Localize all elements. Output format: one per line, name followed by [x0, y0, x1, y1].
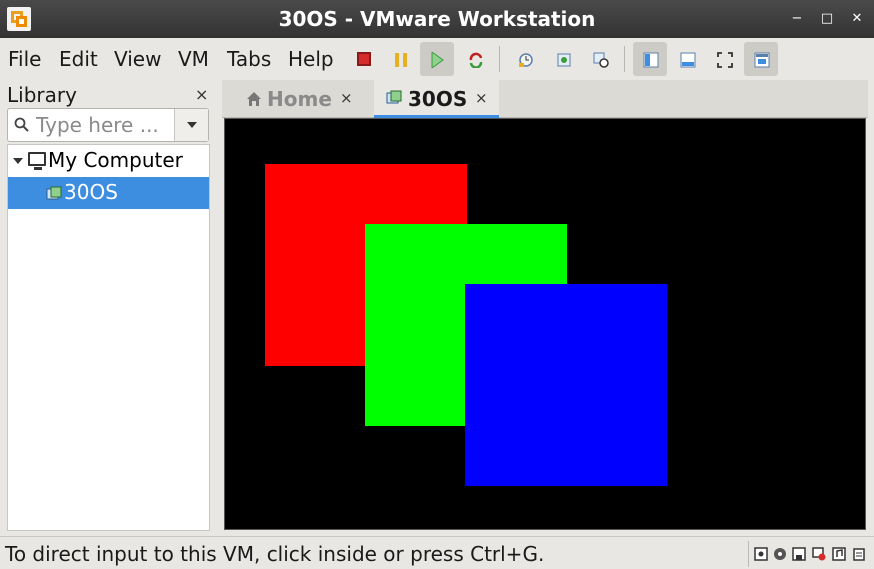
- vm-console[interactable]: [224, 118, 866, 530]
- library-tree: My Computer 30OS: [7, 144, 210, 531]
- revert-snapshot-button[interactable]: [546, 42, 580, 76]
- reset-icon: [468, 52, 483, 69]
- network-icon[interactable]: [812, 546, 826, 561]
- search-dropdown-button[interactable]: [174, 109, 208, 141]
- minimize-button[interactable]: −: [788, 10, 806, 28]
- sound-icon[interactable]: [832, 546, 846, 561]
- fullscreen-button[interactable]: [707, 42, 741, 76]
- title-bar[interactable]: 30OS - VMware Workstation − □ ✕: [0, 0, 874, 38]
- message-log-icon[interactable]: [852, 546, 866, 561]
- tree-item-my-computer[interactable]: My Computer: [8, 145, 209, 177]
- suspend-icon: [394, 52, 408, 67]
- tab-home-close-button[interactable]: ×: [340, 89, 353, 107]
- floppy-icon[interactable]: [792, 546, 806, 561]
- take-snapshot-button[interactable]: [508, 42, 542, 76]
- vmware-window: 30OS - VMware Workstation − □ ✕ File Edi…: [0, 0, 874, 569]
- library-search-input[interactable]: [36, 113, 176, 137]
- library-close-button[interactable]: ×: [195, 85, 208, 104]
- tab-home[interactable]: Home ×: [222, 80, 372, 118]
- menu-vm[interactable]: VM: [178, 47, 209, 71]
- reset-button[interactable]: [458, 42, 492, 76]
- status-separator: [748, 541, 749, 567]
- tree-item-label: 30OS: [64, 180, 118, 204]
- tab-30os-label: 30OS: [408, 87, 468, 111]
- library-panel: Library × My Computer 30OS: [0, 80, 216, 536]
- show-library-button[interactable]: [633, 42, 667, 76]
- library-search: [7, 108, 209, 142]
- close-window-button[interactable]: ✕: [848, 10, 866, 28]
- show-library-icon: [643, 52, 659, 68]
- maximize-button[interactable]: □: [818, 10, 836, 28]
- vm-icon: [386, 90, 402, 106]
- power-off-icon: [357, 52, 371, 66]
- menu-toolbar: File Edit View VM Tabs Help: [0, 38, 874, 80]
- tab-bar: Home × 30OS ×: [222, 80, 868, 118]
- computer-icon: [28, 152, 46, 170]
- tab-30os[interactable]: 30OS ×: [374, 80, 499, 118]
- toolbar-separator: [499, 46, 500, 72]
- expand-arrow-icon[interactable]: [13, 158, 23, 164]
- cd-dvd-icon[interactable]: [773, 546, 787, 560]
- unity-button[interactable]: [744, 42, 778, 76]
- suspend-button[interactable]: [384, 42, 418, 76]
- search-icon: [14, 117, 30, 133]
- revert-snapshot-icon: [556, 52, 571, 67]
- library-title: Library: [7, 83, 77, 107]
- menu-view[interactable]: View: [114, 47, 161, 71]
- play-button[interactable]: [420, 42, 454, 76]
- hard-disk-icon[interactable]: [754, 546, 768, 561]
- fullscreen-icon: [717, 52, 733, 68]
- toolbar-separator: [624, 46, 625, 72]
- play-icon: [430, 51, 444, 69]
- vm-icon: [46, 183, 62, 200]
- thumbnail-bar-icon: [680, 52, 696, 68]
- tree-item-30os[interactable]: 30OS: [8, 177, 209, 209]
- snapshot-icon: [518, 52, 533, 67]
- thumbnail-bar-button[interactable]: [670, 42, 704, 76]
- status-bar: To direct input to this VM, click inside…: [0, 536, 874, 569]
- snapshot-manager-icon: [593, 52, 609, 68]
- home-icon: [246, 91, 262, 107]
- menu-edit[interactable]: Edit: [59, 47, 98, 71]
- tab-30os-close-button[interactable]: ×: [475, 89, 488, 107]
- menu-file[interactable]: File: [8, 47, 41, 71]
- window-title: 30OS - VMware Workstation: [278, 7, 596, 31]
- tab-home-label: Home: [267, 87, 332, 111]
- status-message: To direct input to this VM, click inside…: [5, 542, 545, 566]
- menu-help[interactable]: Help: [288, 47, 334, 71]
- menu-tabs[interactable]: Tabs: [227, 47, 271, 71]
- tree-item-label: My Computer: [48, 148, 183, 172]
- snapshot-manager-button[interactable]: [583, 42, 617, 76]
- blue-square: [465, 284, 667, 486]
- unity-icon: [754, 52, 770, 68]
- power-off-button[interactable]: [347, 42, 381, 76]
